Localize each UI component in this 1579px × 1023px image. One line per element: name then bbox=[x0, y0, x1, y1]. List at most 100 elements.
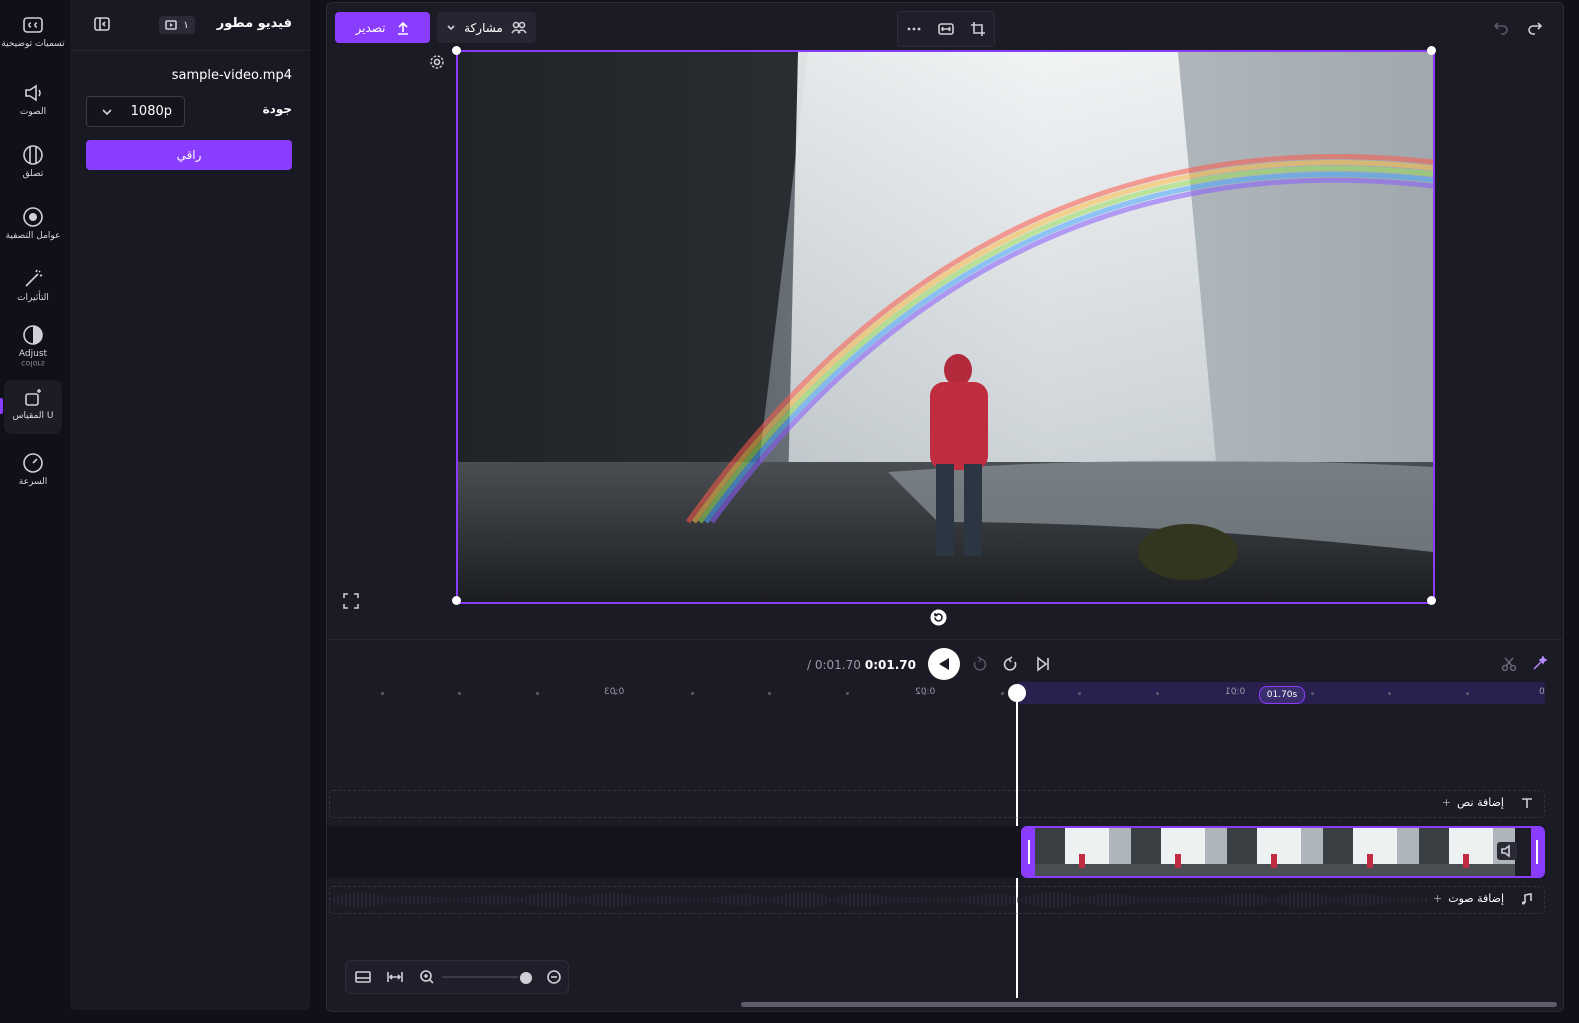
properties-panel: فيديو مطور ١ sample-video.mp4 جودة 1080p… bbox=[70, 0, 310, 1010]
resize-handle-bottom-left[interactable] bbox=[452, 596, 461, 605]
forward-5-icon[interactable] bbox=[1003, 656, 1019, 672]
clip-thumbnails bbox=[1035, 828, 1531, 876]
video-preview[interactable] bbox=[456, 50, 1435, 604]
rewind-5-icon[interactable] bbox=[971, 656, 987, 672]
timeline-scrollbar[interactable] bbox=[741, 1002, 1557, 1007]
preview-icon bbox=[165, 20, 178, 30]
rail-label: عوامل التصفية bbox=[5, 231, 61, 241]
rail-label: التأثيرات bbox=[17, 293, 49, 303]
rail-item-audio[interactable]: الصوت bbox=[4, 76, 62, 130]
zoom-slider-knob[interactable] bbox=[517, 970, 534, 986]
gear-icon[interactable] bbox=[429, 54, 445, 70]
ruler-tick bbox=[458, 692, 461, 695]
ruler-tick bbox=[1156, 692, 1159, 695]
quality-select[interactable]: 1080p bbox=[86, 96, 185, 127]
clip-thumbnail bbox=[1035, 828, 1131, 876]
rail-item-speed[interactable]: السرعة bbox=[4, 446, 62, 500]
playhead-handle[interactable] bbox=[1008, 684, 1026, 702]
ruler-tick bbox=[1466, 692, 1469, 695]
fit-timeline-icon[interactable] bbox=[355, 969, 371, 985]
ruler-tick bbox=[614, 692, 617, 695]
add-audio-label: إضافة صوت bbox=[1448, 892, 1504, 905]
upload-icon bbox=[397, 21, 408, 35]
export-label: تصدير bbox=[355, 20, 386, 35]
ruler-tick bbox=[1001, 692, 1004, 695]
resize-handle-top-right[interactable] bbox=[1427, 46, 1436, 55]
ruler-tick bbox=[1311, 692, 1314, 695]
fullscreen-icon[interactable] bbox=[343, 593, 359, 609]
add-text-track[interactable]: + إضافة نص bbox=[329, 790, 1545, 818]
panel-badge-count: ١ bbox=[183, 19, 189, 31]
left-rail: تسميات توضيحية الصوت تصلق عوامل التصفية … bbox=[0, 0, 68, 1023]
clip-thumbnail bbox=[1227, 828, 1323, 876]
confirm-button[interactable]: راقي bbox=[86, 140, 292, 170]
share-button[interactable]: مشاركة bbox=[437, 12, 536, 43]
ruler-tick bbox=[381, 692, 384, 695]
quality-label: جودة bbox=[262, 102, 292, 116]
timeline: / 0:01.70 0:01.70 0 0:01 0:02 0:03 01.70… bbox=[327, 639, 1563, 1012]
effects-icon bbox=[25, 269, 43, 287]
rail-item-captions[interactable]: تسميات توضيحية bbox=[1, 8, 65, 62]
add-audio-track[interactable]: + إضافة صوت bbox=[329, 886, 1545, 914]
plus-icon: + bbox=[1433, 892, 1443, 905]
captions-icon bbox=[23, 17, 43, 33]
ruler-tick bbox=[1233, 692, 1236, 695]
quality-value: 1080p bbox=[130, 104, 172, 119]
split-scissors-icon[interactable] bbox=[1501, 656, 1517, 672]
clip-thumbnail bbox=[1131, 828, 1227, 876]
resize-handle-top-left[interactable] bbox=[452, 46, 461, 55]
preview-tools bbox=[897, 11, 995, 47]
video-clip[interactable] bbox=[1021, 826, 1545, 878]
resize-handle-bottom-right[interactable] bbox=[1427, 596, 1436, 605]
fit-icon[interactable] bbox=[938, 21, 954, 37]
zoom-out-icon[interactable] bbox=[546, 969, 562, 985]
more-icon[interactable] bbox=[906, 21, 922, 37]
zoom-controls bbox=[345, 960, 569, 994]
rail-label: Adjust bbox=[18, 349, 48, 359]
play-icon bbox=[939, 658, 949, 670]
ruler-tick bbox=[536, 692, 539, 695]
ruler-tick bbox=[923, 692, 926, 695]
zoom-in-icon[interactable] bbox=[419, 969, 435, 985]
panel-badge[interactable]: ١ bbox=[159, 16, 195, 34]
rail-label: تصلق bbox=[22, 169, 44, 179]
fade-icon bbox=[23, 145, 43, 165]
clip-trim-right[interactable] bbox=[1531, 828, 1543, 876]
ruler-label: 0 bbox=[1539, 687, 1545, 697]
add-text-label: إضافة نص bbox=[1457, 796, 1504, 809]
rotate-icon[interactable] bbox=[930, 609, 947, 626]
collapse-panel-icon[interactable] bbox=[94, 16, 110, 32]
rail-item-adjust-colors[interactable]: Adjust colors bbox=[4, 318, 62, 372]
rail-label: المقياس U bbox=[12, 411, 54, 421]
rail-item-scale[interactable]: المقياس U bbox=[4, 380, 62, 434]
plus-icon: + bbox=[1441, 796, 1452, 809]
magic-sparkle-icon[interactable] bbox=[1531, 656, 1547, 672]
undo-icon[interactable] bbox=[1493, 19, 1509, 35]
play-button[interactable] bbox=[928, 648, 960, 680]
rail-item-fade[interactable]: تصلق bbox=[4, 138, 62, 192]
audio-waveform bbox=[330, 892, 1427, 908]
panel-header: فيديو مطور ١ bbox=[70, 0, 310, 51]
time-readout: / 0:01.70 0:01.70 bbox=[807, 658, 916, 672]
editor-area: تصدير مشاركة / 0:01.70 0:01.70 0 01.70s … bbox=[326, 2, 1564, 1012]
rail-item-effects[interactable]: التأثيرات bbox=[4, 262, 62, 316]
clip-audio-icon[interactable] bbox=[1497, 842, 1517, 860]
ruler-tick bbox=[768, 692, 771, 695]
add-audio-button[interactable]: + إضافة صوت bbox=[1433, 892, 1504, 905]
expand-horizontal-icon[interactable] bbox=[387, 969, 403, 985]
ruler-tick bbox=[1078, 692, 1081, 695]
rail-active-indicator bbox=[0, 398, 3, 414]
add-text-button[interactable]: + إضافة نص bbox=[1442, 796, 1504, 809]
chevron-down-icon bbox=[447, 24, 455, 30]
panel-title: فيديو مطور bbox=[216, 16, 292, 31]
export-button[interactable]: تصدير bbox=[335, 12, 430, 43]
skip-to-end-icon[interactable] bbox=[1035, 656, 1051, 672]
rail-item-filters[interactable]: عوامل التصفية bbox=[4, 200, 62, 254]
rail-label: الصوت bbox=[19, 107, 47, 117]
audio-icon bbox=[25, 84, 41, 102]
ruler-tick bbox=[846, 692, 849, 695]
clip-trim-left[interactable] bbox=[1023, 828, 1035, 876]
scale-icon bbox=[25, 389, 41, 406]
redo-icon[interactable] bbox=[1527, 19, 1543, 35]
crop-icon[interactable] bbox=[970, 21, 986, 37]
